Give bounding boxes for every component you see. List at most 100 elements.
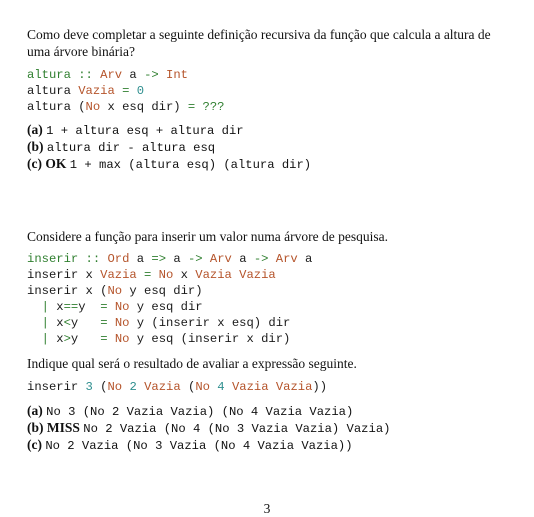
code-token: 0	[136, 84, 145, 98]
code-token: ->	[253, 252, 269, 266]
code-token: =	[100, 300, 115, 314]
code-token: y esq dir)	[122, 284, 203, 298]
answer-option: (a) 1 + altura esq + altura dir	[27, 122, 311, 139]
code-token: x	[56, 300, 64, 314]
code-token: Ord	[107, 252, 130, 266]
code-token: ==	[63, 300, 79, 314]
option-label: (b)	[27, 139, 47, 154]
q2-code: inserir :: Ord a => a -> Arv a -> Arv ai…	[27, 251, 312, 347]
code-token: ->	[187, 252, 203, 266]
code-token: Vazia Vazia	[231, 380, 313, 394]
code-token: inserir x (	[27, 284, 108, 298]
q2-expression-line: inserir 3 (No 2 Vazia (No 4 Vazia Vazia)…	[27, 379, 327, 395]
q2-code-line: | x==y = No y esq dir	[27, 299, 312, 315]
option-code: altura dir - altura esq	[46, 141, 216, 155]
q2-options: (a) No 3 (No 2 Vazia Vazia) (No 4 Vazia …	[27, 403, 390, 454]
code-token: Vazia	[144, 380, 181, 394]
code-token: a	[297, 252, 313, 266]
q2-code-line: inserir :: Ord a => a -> Arv a -> Arv a	[27, 251, 312, 267]
option-tag: OK	[45, 156, 70, 171]
option-label: (a)	[27, 403, 47, 418]
code-token: x	[56, 332, 64, 346]
code-token: x	[173, 268, 196, 282]
code-token: |	[27, 316, 57, 330]
code-token: (	[92, 380, 108, 394]
code-token: No	[107, 380, 123, 394]
q2-code-line: inserir x Vazia = No x Vazia Vazia	[27, 267, 312, 283]
code-token: = ???	[187, 100, 225, 114]
q2-code-line: inserir x (No y esq dir)	[27, 283, 312, 299]
code-token: =	[100, 332, 115, 346]
code-token: inserir x	[27, 268, 101, 282]
code-token: y	[70, 316, 101, 330]
code-token: a	[231, 252, 254, 266]
code-token: (	[180, 380, 196, 394]
option-code: No 2 Vazia (No 3 Vazia (No 4 Vazia Vazia…	[45, 439, 353, 453]
q2-code-line: | x<y = No y (inserir x esq) dir	[27, 315, 312, 331]
code-token: =	[136, 268, 159, 282]
option-code: No 2 Vazia (No 4 (No 3 Vazia Vazia) Vazi…	[83, 422, 391, 436]
option-code: 1 + max (altura esq) (altura dir)	[69, 158, 312, 172]
code-token: ::	[78, 68, 101, 82]
q2-code-line: | x>y = No y esq (inserir x dir)	[27, 331, 312, 347]
q1-prompt: Como deve completar a seguinte definição…	[27, 27, 491, 59]
option-label: (c)	[27, 156, 46, 171]
code-token: altura (	[27, 100, 86, 114]
code-token: ))	[312, 380, 328, 394]
code-token: =	[100, 316, 115, 330]
q1-code-line: altura Vazia = 0	[27, 83, 225, 99]
code-token: <	[63, 316, 71, 330]
code-token: y esq (inserir x dir)	[129, 332, 291, 346]
q1-code-line: altura :: Arv a -> Int	[27, 67, 225, 83]
q1-options: (a) 1 + altura esq + altura dir (b) altur…	[27, 122, 311, 173]
code-token: inserir	[27, 380, 86, 394]
q2-prompt: Considere a função para inserir um valor…	[27, 229, 388, 244]
code-token: Vazia Vazia	[195, 268, 276, 282]
code-token: Int	[158, 68, 188, 82]
code-token: a	[129, 252, 152, 266]
code-token: |	[27, 332, 57, 346]
code-token: |	[27, 300, 57, 314]
answer-option: (c) No 2 Vazia (No 3 Vazia (No 4 Vazia V…	[27, 437, 390, 454]
code-token: No	[85, 100, 101, 114]
code-token: y esq dir	[129, 300, 203, 314]
code-token: y	[78, 300, 101, 314]
code-token: ::	[85, 252, 108, 266]
code-token: 3	[85, 380, 93, 394]
answer-option: (a) No 3 (No 2 Vazia Vazia) (No 4 Vazia …	[27, 403, 390, 420]
option-tag: MISS	[46, 420, 84, 435]
code-token: Arv	[202, 252, 232, 266]
code-token: Vazia	[100, 268, 137, 282]
code-token: No	[114, 316, 130, 330]
code-token: a	[122, 68, 145, 82]
q2-instruction: Indique qual será o resultado de avaliar…	[27, 356, 357, 371]
code-token: y	[70, 332, 101, 346]
code-token: y (inserir x esq) dir	[129, 316, 291, 330]
code-token: Arv	[100, 68, 123, 82]
answer-option: (b) MISS No 2 Vazia (No 4 (No 3 Vazia Va…	[27, 420, 390, 437]
option-code: No 3 (No 2 Vazia Vazia) (No 4 Vazia Vazi…	[46, 405, 354, 419]
answer-option: (c) OK 1 + max (altura esq) (altura dir)	[27, 156, 311, 173]
option-code: 1 + altura esq + altura dir	[46, 124, 244, 138]
code-token: No	[158, 268, 174, 282]
code-token: 4	[217, 380, 225, 394]
code-token: Vazia	[78, 84, 115, 98]
q2-expression: inserir 3 (No 2 Vazia (No 4 Vazia Vazia)…	[27, 379, 327, 395]
option-label: (c)	[27, 437, 46, 452]
code-token: altura	[27, 84, 79, 98]
code-token: No	[114, 300, 130, 314]
code-token: Arv	[268, 252, 298, 266]
code-token: >	[63, 332, 71, 346]
code-token: No	[195, 380, 210, 394]
code-token: =>	[151, 252, 167, 266]
code-token: x	[56, 316, 64, 330]
code-token: inserir	[27, 252, 86, 266]
q1-code-line: altura (No x esq dir) = ???	[27, 99, 225, 115]
answer-option: (b) altura dir - altura esq	[27, 139, 311, 156]
code-token: No	[114, 332, 130, 346]
code-token: x esq dir)	[100, 100, 188, 114]
option-label: (a)	[27, 122, 47, 137]
code-token: =	[114, 84, 137, 98]
page-number: 3	[263, 501, 271, 516]
